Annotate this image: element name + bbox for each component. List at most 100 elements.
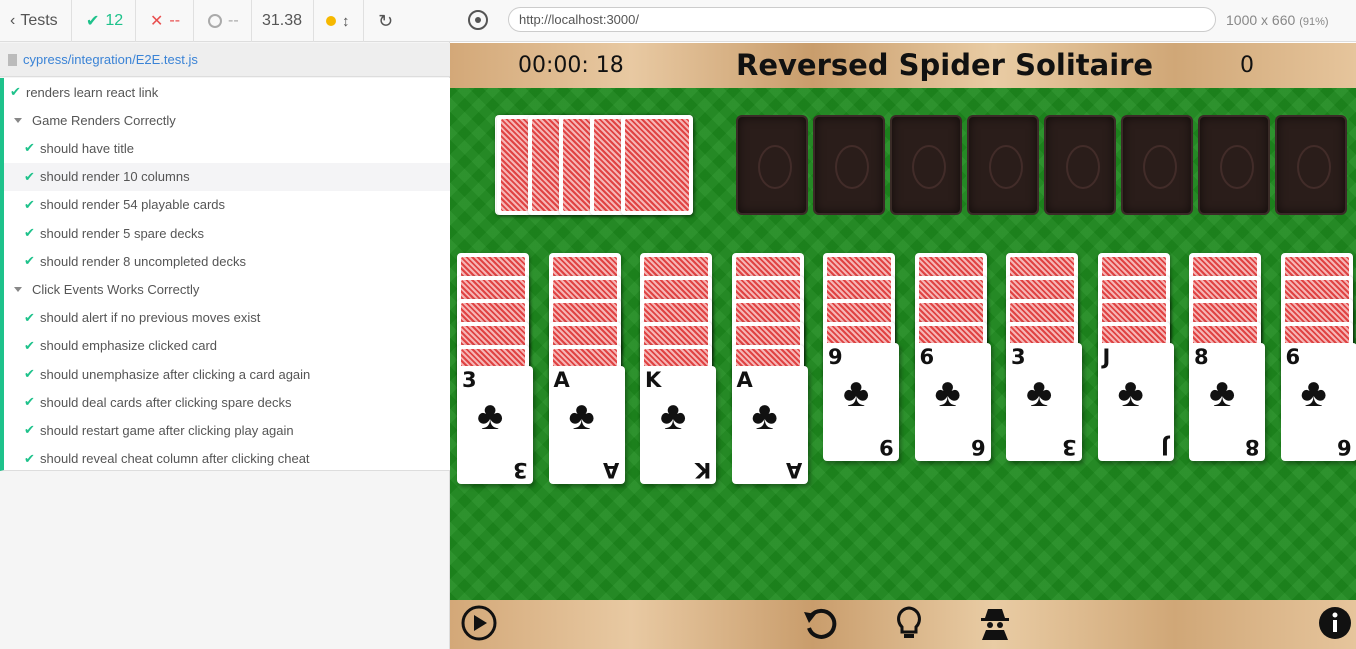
face-up-card[interactable]: A ♣ A <box>731 366 808 484</box>
uncompleted-deck-slot <box>1044 115 1116 215</box>
selector-playground-button[interactable] <box>468 10 488 30</box>
passed-count[interactable]: ✔ 12 <box>72 0 136 42</box>
hint-button[interactable] <box>886 600 932 646</box>
test-label: should alert if no previous moves exist <box>40 310 261 326</box>
suite-row[interactable]: Click Events Works Correctly <box>4 275 450 303</box>
check-icon: ✔ <box>24 309 35 325</box>
face-up-card[interactable]: A ♣ A <box>548 366 625 484</box>
card-rank: 6 <box>1285 345 1301 369</box>
check-icon: ✔ <box>24 394 35 410</box>
uncompleted-deck-slot <box>890 115 962 215</box>
club-icon: ♣ <box>843 371 870 415</box>
card-rank-inverted: 3 <box>1062 435 1077 459</box>
club-icon: ♣ <box>1026 371 1053 415</box>
card-rank-inverted: 8 <box>1245 435 1260 459</box>
restart-button[interactable]: ↻ <box>364 0 450 42</box>
spec-file[interactable]: cypress/integration/E2E.test.js <box>0 43 450 77</box>
face-up-card[interactable]: 6 ♣ 6 <box>914 343 991 461</box>
club-icon: ♣ <box>568 394 595 438</box>
resize-arrows-icon: ↕ <box>342 12 350 30</box>
test-row[interactable]: ✔ should restart game after clicking play… <box>4 416 450 444</box>
card-rank-inverted: 3 <box>513 458 528 482</box>
face-up-card[interactable]: 3 ♣ 3 <box>457 366 533 484</box>
status-dot-icon <box>326 16 336 26</box>
check-icon: ✔ <box>24 168 35 184</box>
test-row[interactable]: ✔ should render 5 spare decks <box>4 219 450 247</box>
test-row[interactable]: ✔ should alert if no previous moves exist <box>4 304 450 332</box>
game-title: Reversed Spider Solitaire <box>736 48 1154 82</box>
test-label: renders learn react link <box>26 84 159 100</box>
cheat-button[interactable] <box>972 600 1018 646</box>
game-board: 00:00: 18 Reversed Spider Solitaire 0 3 ♣… <box>450 43 1356 649</box>
check-icon: ✔ <box>24 253 35 269</box>
card-rank-inverted: 9 <box>879 435 894 459</box>
suite-row[interactable]: Game Renders Correctly <box>4 106 450 134</box>
circle-icon <box>208 14 222 28</box>
undo-icon <box>804 608 837 639</box>
x-icon: ✕ <box>150 13 164 30</box>
spare-decks[interactable] <box>495 115 693 215</box>
card-rank: K <box>645 368 662 392</box>
test-list: ✔ renders learn react link Game Renders Co… <box>0 78 450 471</box>
info-button[interactable] <box>1312 600 1356 646</box>
check-icon: ✔ <box>24 140 35 156</box>
club-icon: ♣ <box>1300 371 1327 415</box>
url-input[interactable]: http://localhost:3000/ <box>508 7 1216 32</box>
check-icon: ✔ <box>86 13 100 30</box>
tests-back-button[interactable]: ‹ Tests <box>0 0 72 42</box>
test-row[interactable]: ✔ should have title <box>4 134 450 162</box>
info-icon <box>1319 607 1351 639</box>
caret-down-icon <box>14 117 22 123</box>
chevron-left-icon: ‹ <box>10 12 16 29</box>
face-up-card[interactable]: 9 ♣ 9 <box>823 343 899 461</box>
face-up-card[interactable]: K ♣ K <box>640 366 716 484</box>
uncompleted-deck-slot <box>736 115 808 215</box>
timer: 00:00: 18 <box>518 53 624 78</box>
card-rank-inverted: K <box>694 458 711 482</box>
card-rank-inverted: 6 <box>1336 435 1352 459</box>
test-label: Click Events Works Correctly <box>32 281 200 297</box>
lightbulb-icon <box>897 606 921 638</box>
duration: 31.38 <box>252 0 314 42</box>
card-rank-inverted: A <box>786 458 803 482</box>
card-rank: 3 <box>462 368 477 392</box>
face-up-card[interactable]: 8 ♣ 8 <box>1189 343 1265 461</box>
test-label: should unemphasize after clicking a card… <box>40 366 311 382</box>
test-row[interactable]: ✔ should emphasize clicked card <box>4 332 450 360</box>
uncompleted-deck-slot <box>1275 115 1347 215</box>
test-label: should render 5 spare decks <box>40 225 205 241</box>
spare-deck-card[interactable] <box>621 115 693 215</box>
face-up-card[interactable]: 3 ♣ 3 <box>1006 343 1082 461</box>
play-again-button[interactable] <box>456 600 502 646</box>
game-footer <box>450 600 1356 649</box>
check-icon: ✔ <box>24 225 35 240</box>
pending-count[interactable]: -- <box>194 0 252 42</box>
check-icon: ✔ <box>24 366 35 381</box>
test-row[interactable]: ✔ renders learn react link <box>4 78 450 106</box>
card-rank: 6 <box>919 345 935 369</box>
test-row[interactable]: ✔ should deal cards after clicking spare … <box>4 388 450 416</box>
test-row[interactable]: ✔ should render 54 playable cards <box>4 191 450 219</box>
face-up-card[interactable]: 6 ♣ 6 <box>1280 343 1356 461</box>
test-row[interactable]: ✔ should unemphasize after clicking a car… <box>4 360 450 388</box>
check-icon: ✔ <box>24 422 35 438</box>
uncompleted-deck-slot <box>813 115 885 215</box>
face-up-card[interactable]: J ♣ J <box>1097 343 1174 461</box>
test-label: Game Renders Correctly <box>32 112 176 128</box>
test-row[interactable]: ✔ should render 10 columns <box>4 162 450 191</box>
card-rank-inverted: A <box>603 458 620 482</box>
card-rank: A <box>553 368 570 392</box>
undo-button[interactable] <box>796 600 842 646</box>
test-label: should render 8 uncompleted decks <box>40 253 246 269</box>
test-label: should render 10 columns <box>40 169 190 185</box>
test-label: should have title <box>40 140 134 156</box>
failed-count[interactable]: ✕ -- <box>136 0 194 42</box>
test-row[interactable]: ✔ should reveal cheat column after clicki… <box>4 445 450 473</box>
test-label: should emphasize clicked card <box>40 338 218 354</box>
club-icon: ♣ <box>477 394 504 438</box>
club-icon: ♣ <box>660 394 687 438</box>
play-icon <box>461 605 497 641</box>
test-row[interactable]: ✔ should render 8 uncompleted decks <box>4 247 450 275</box>
test-label: should restart game after clicking play … <box>40 422 294 438</box>
auto-scroll-toggle[interactable]: ↕ <box>314 0 364 42</box>
